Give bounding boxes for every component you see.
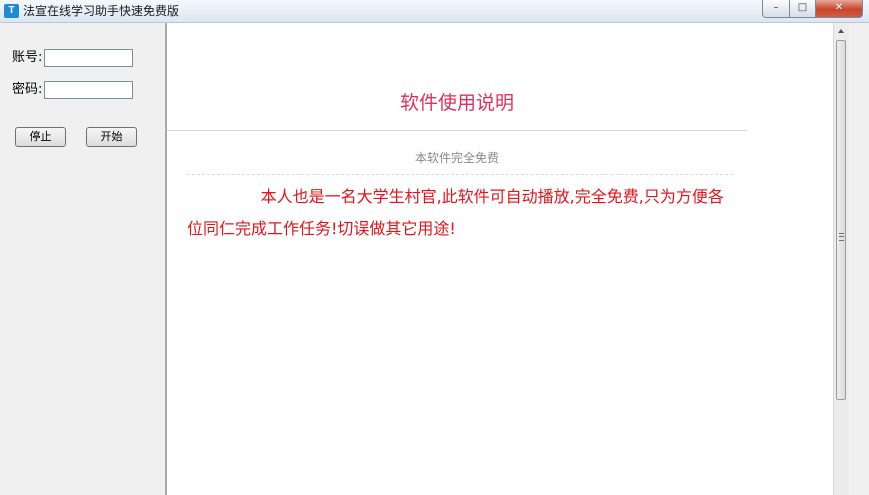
document-title: 软件使用说明 <box>399 92 514 114</box>
stop-button[interactable]: 停止 <box>15 127 66 147</box>
document-subtitle: 本软件完全免费 <box>414 151 499 165</box>
window-frame-right <box>849 23 869 495</box>
grip-icon <box>839 233 844 241</box>
maximize-button[interactable]: □ <box>790 0 816 18</box>
app-icon: T <box>4 4 19 18</box>
close-button[interactable]: ✕ <box>816 0 863 18</box>
password-label: 密码: <box>12 82 43 97</box>
account-label: 账号: <box>12 50 43 65</box>
window-title: 法宣在线学习助手快速免费版 <box>23 4 180 18</box>
password-input[interactable] <box>44 81 133 99</box>
start-button[interactable]: 开始 <box>86 127 137 147</box>
subtitle-divider <box>187 174 733 175</box>
scroll-thumb[interactable] <box>836 40 846 400</box>
account-input[interactable] <box>44 49 133 67</box>
instructions-view[interactable]: 软件使用说明 本软件完全免费 本人也是一名大学生村官,此软件可自动播放,完全免费… <box>165 23 833 495</box>
login-panel: 账号: 密码: 停止 开始 <box>0 23 165 495</box>
vertical-scrollbar[interactable] <box>833 23 849 495</box>
minimize-button[interactable]: – <box>762 0 790 18</box>
scroll-up-icon[interactable] <box>838 29 844 33</box>
document-body: 本人也是一名大学生村官,此软件可自动播放,完全免费,只为方便各位同仁完成工作任务… <box>187 187 724 238</box>
title-divider <box>167 130 747 131</box>
title-bar[interactable]: T 法宣在线学习助手快速免费版 – □ ✕ <box>0 0 869 23</box>
window-controls: – □ ✕ <box>762 0 863 18</box>
